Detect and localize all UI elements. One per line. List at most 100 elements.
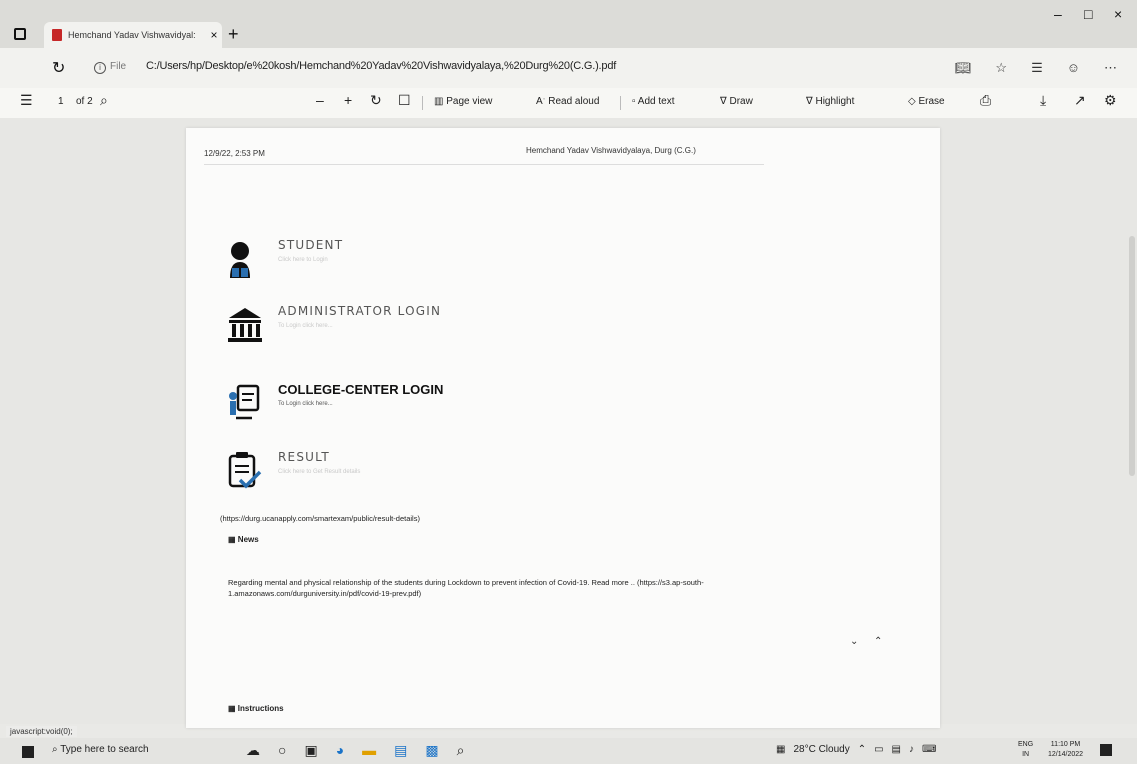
- url-field[interactable]: C:/Users/hp/Desktop/e%20kosh/Hemchand%20…: [146, 60, 616, 72]
- url-scheme: File: [110, 61, 127, 72]
- search-app-icon[interactable]: ⌕: [457, 742, 465, 759]
- taskbar-search[interactable]: ⌕ Type here to search: [52, 744, 149, 755]
- network-icon[interactable]: ▤: [892, 744, 901, 755]
- language-indicator[interactable]: ENG IN: [1018, 740, 1033, 760]
- store-icon[interactable]: ▤: [394, 742, 407, 759]
- battery-icon[interactable]: ▭: [874, 744, 883, 755]
- toolbar-divider: [422, 96, 423, 110]
- instructions-icon: ▦: [228, 704, 236, 713]
- fit-page-icon[interactable]: ☐: [398, 92, 411, 109]
- toolbar-divider: [620, 96, 621, 110]
- search-placeholder: Type here to search: [60, 744, 149, 755]
- browser-tab[interactable]: Hemchand Yadav Vishwavidyal: ×: [44, 22, 222, 48]
- add-text-button[interactable]: ▫ Add text: [632, 96, 674, 107]
- draw-button[interactable]: ∇ Draw: [720, 96, 753, 107]
- menu-item-title: ADMINISTRATOR LOGIN: [278, 304, 442, 318]
- page-view-label: Page view: [446, 96, 493, 107]
- menu-item-subtitle: Click here to Login: [278, 257, 328, 263]
- more-icon[interactable]: ⋯: [1104, 60, 1117, 76]
- tab-close-button[interactable]: ×: [206, 28, 222, 42]
- erase-label: Erase: [918, 96, 945, 107]
- profile-icon[interactable]: ☺: [1067, 60, 1080, 76]
- cortana-icon[interactable]: ○: [278, 742, 286, 759]
- read-aloud-button[interactable]: Aˑ Read aloud: [536, 96, 599, 107]
- menu-item-subtitle: Click here to Get Result details: [278, 469, 361, 475]
- clock[interactable]: 11:10 PM 12/14/2022: [1048, 740, 1083, 760]
- menu-item-title: STUDENT: [278, 238, 344, 252]
- read-aloud-label: Read aloud: [548, 96, 600, 107]
- maximize-button[interactable]: □: [1084, 6, 1092, 22]
- news-icon: ▦: [228, 535, 236, 544]
- settings-icon[interactable]: ⚙: [1104, 92, 1117, 109]
- new-tab-button[interactable]: +: [228, 24, 239, 45]
- edge-icon[interactable]: ◕: [336, 742, 344, 759]
- file-explorer-icon[interactable]: ▬: [362, 742, 376, 759]
- contents-icon[interactable]: ☰: [20, 92, 33, 109]
- read-mode-icon[interactable]: 📖︎: [955, 60, 972, 76]
- notification-icon[interactable]: [1100, 744, 1112, 756]
- chevron-down-icon[interactable]: ⌄: [850, 636, 858, 647]
- minimize-button[interactable]: –: [1054, 6, 1062, 22]
- system-tray: ▦ 28°C Cloudy ⌃ ▭ ▤ ♪ ⌨: [776, 744, 936, 755]
- weather-icon[interactable]: ▦: [776, 744, 785, 755]
- print-icon[interactable]: ⎙: [980, 92, 991, 109]
- region-code: IN: [1022, 751, 1030, 758]
- chevron-up-icon[interactable]: ⌃: [874, 636, 882, 647]
- zoom-out-button[interactable]: –: [316, 92, 324, 108]
- task-view-icon[interactable]: ▣: [304, 742, 317, 759]
- weather-status[interactable]: 28°C Cloudy: [793, 744, 849, 755]
- address-bar: ↻ i File C:/Users/hp/Desktop/e%20kosh/He…: [0, 48, 1137, 88]
- menu-item-title: RESULT: [278, 450, 330, 464]
- presentation-icon: [229, 384, 260, 420]
- lang-code: ENG: [1018, 741, 1034, 748]
- header-rule: [204, 164, 764, 165]
- address-bar-actions: 📖︎ ☆ ☰ ☺ ⋯: [955, 60, 1117, 76]
- erase-button[interactable]: ◇ Erase: [908, 96, 945, 107]
- volume-icon[interactable]: ♪: [909, 744, 914, 755]
- news-item[interactable]: Regarding mental and physical relationsh…: [228, 577, 818, 599]
- tab-title: Hemchand Yadav Vishwavidyal:: [68, 30, 196, 40]
- fullscreen-icon[interactable]: ↗: [1074, 92, 1086, 109]
- page-view-button[interactable]: ▥ Page view: [434, 96, 492, 107]
- menu-item-subtitle: To Login click here...: [278, 323, 333, 329]
- student-icon: [230, 242, 250, 278]
- instructions-heading-label: Instructions: [237, 704, 284, 713]
- vertical-scrollbar[interactable]: [1129, 236, 1135, 476]
- save-icon[interactable]: ⤓: [1040, 92, 1046, 109]
- zoom-in-button[interactable]: +: [344, 92, 352, 108]
- menu-item-subtitle: To Login click here...: [278, 401, 333, 407]
- favorite-icon[interactable]: ☆: [995, 60, 1007, 76]
- pdf-icon: [52, 29, 62, 41]
- start-button[interactable]: [22, 746, 34, 758]
- app-icon[interactable]: ▩: [425, 742, 438, 759]
- draw-label: Draw: [729, 96, 753, 107]
- pdf-page: 12/9/22, 2:53 PM Hemchand Yadav Vishwavi…: [186, 128, 940, 728]
- result-details-link[interactable]: (https://durg.ucanapply.com/smartexam/pu…: [220, 514, 420, 523]
- clock-date: 12/14/2022: [1048, 751, 1084, 758]
- close-window-button[interactable]: ×: [1114, 6, 1122, 22]
- page-total: of 2: [76, 96, 93, 107]
- instructions-heading: ▦ Instructions: [228, 704, 284, 713]
- keyboard-icon[interactable]: ⌨: [922, 744, 936, 755]
- info-icon[interactable]: i: [94, 62, 106, 74]
- taskbar: ⌕ Type here to search ☁ ○ ▣ ◕ ▬ ▤ ▩ ⌕ ▦ …: [0, 738, 1137, 764]
- rotate-icon[interactable]: ↻: [370, 92, 382, 109]
- tab-actions-icon[interactable]: [14, 28, 26, 40]
- clipboard-check-icon: [228, 452, 262, 489]
- weather-app-icon[interactable]: ☁: [246, 742, 260, 759]
- pdf-toolbar: ☰ 1 of 2 ⌕ – + ↻ ☐ ▥ Page view Aˑ Read a…: [0, 88, 1137, 118]
- collections-icon[interactable]: ☰: [1031, 60, 1043, 76]
- pdf-viewer: 12/9/22, 2:53 PM Hemchand Yadav Vishwavi…: [0, 118, 1137, 728]
- menu-item-title: COLLEGE-CENTER LOGIN: [278, 382, 444, 397]
- tab-bar: Hemchand Yadav Vishwavidyal: × + – □ ×: [0, 0, 1137, 48]
- page-number-input[interactable]: 1: [58, 96, 64, 107]
- status-bar-link: javascript:void(0);: [6, 726, 77, 737]
- page-header: Hemchand Yadav Vishwavidyalaya, Durg (C.…: [526, 146, 696, 155]
- add-text-label: Add text: [637, 96, 675, 107]
- news-heading: ▦ News: [228, 535, 259, 544]
- find-icon[interactable]: ⌕: [100, 92, 108, 109]
- taskbar-apps: ☁ ○ ▣ ◕ ▬ ▤ ▩ ⌕: [246, 742, 464, 759]
- tray-chevron-icon[interactable]: ⌃: [858, 744, 866, 755]
- highlight-button[interactable]: ∇ Highlight: [806, 96, 854, 107]
- reload-icon[interactable]: ↻: [52, 58, 65, 78]
